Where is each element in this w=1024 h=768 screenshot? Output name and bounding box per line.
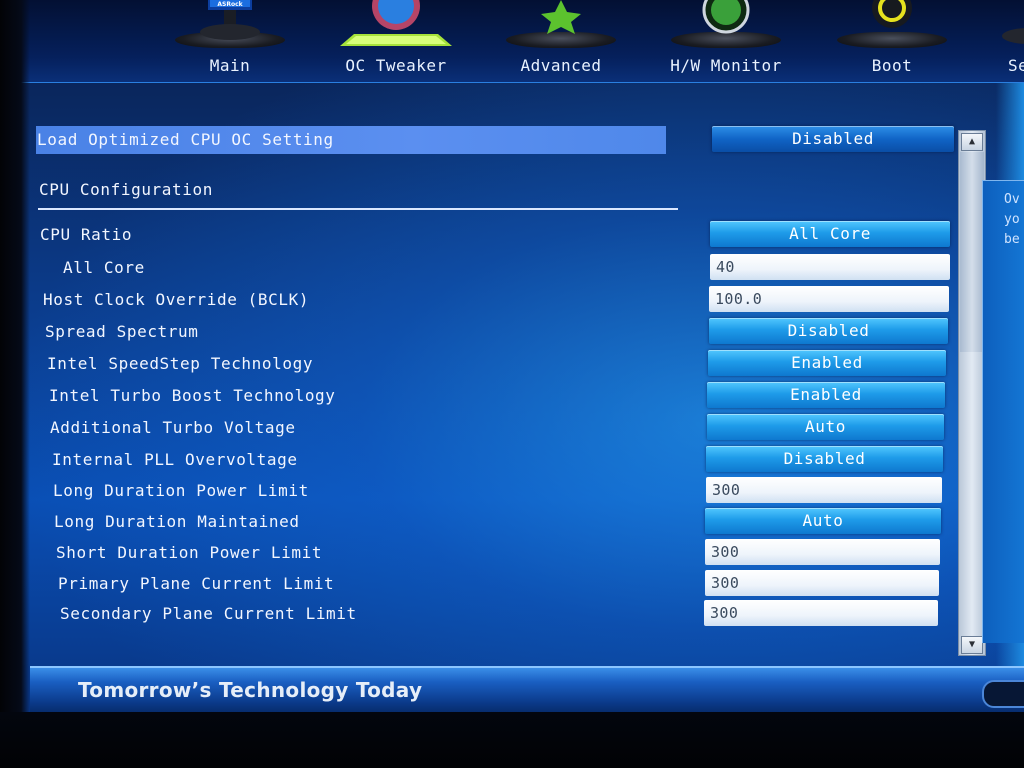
setting-label-turbo-boost[interactable]: Intel Turbo Boost Technology xyxy=(49,386,336,405)
monitor-icon: ASRock xyxy=(200,0,260,40)
power-icon xyxy=(872,0,912,28)
tab-hw-monitor[interactable]: H/W Monitor xyxy=(666,0,786,82)
tab-advanced[interactable]: Advanced xyxy=(501,0,621,82)
scroll-down-button[interactable]: ▼ xyxy=(961,636,983,654)
tab-main[interactable]: ASRock Main xyxy=(170,0,290,82)
pll-overvoltage-select[interactable]: Disabled xyxy=(706,446,943,472)
brand-logo: ASRock xyxy=(217,1,243,8)
section-title: CPU Configuration xyxy=(39,180,213,199)
spread-spectrum-select[interactable]: Disabled xyxy=(709,318,948,344)
help-panel xyxy=(982,180,1024,643)
turbo-voltage-select[interactable]: Auto xyxy=(707,414,944,440)
section-divider xyxy=(38,208,678,210)
scrollbar-thumb[interactable] xyxy=(960,152,984,352)
footer-pill-button[interactable] xyxy=(982,680,1024,708)
setting-label-cpu-ratio[interactable]: CPU Ratio xyxy=(40,225,132,244)
setting-label-long-duration-maintained[interactable]: Long Duration Maintained xyxy=(54,512,300,531)
setting-label-long-duration-power[interactable]: Long Duration Power Limit xyxy=(53,481,309,500)
short-duration-power-input[interactable]: 300 xyxy=(705,539,940,565)
arrow-down-icon: ▼ xyxy=(968,639,976,650)
setting-label-turbo-voltage[interactable]: Additional Turbo Voltage xyxy=(50,418,296,437)
top-navigation: ASRock Main OC Tweaker Advanced H/W Moni… xyxy=(0,0,1024,83)
long-duration-maintained-select[interactable]: Auto xyxy=(705,508,941,534)
setting-label-speedstep[interactable]: Intel SpeedStep Technology xyxy=(47,354,313,373)
load-optimized-value[interactable]: Disabled xyxy=(712,126,954,152)
load-optimized-label[interactable]: Load Optimized CPU OC Setting xyxy=(37,130,334,149)
bclk-input[interactable]: 100.0 xyxy=(709,286,949,312)
bios-screen: ASRock Main OC Tweaker Advanced H/W Moni… xyxy=(0,0,1024,768)
arrow-up-icon: ▲ xyxy=(968,136,976,147)
tab-security[interactable]: Se xyxy=(996,0,1024,82)
setting-label-spread-spectrum[interactable]: Spread Spectrum xyxy=(45,322,199,341)
speedstep-select[interactable]: Enabled xyxy=(708,350,946,376)
monitor-bezel-left xyxy=(0,0,30,768)
setting-label-pll-overvoltage[interactable]: Internal PLL Overvoltage xyxy=(52,450,298,469)
scroll-up-button[interactable]: ▲ xyxy=(961,133,983,151)
star-icon xyxy=(541,0,581,34)
radar-icon xyxy=(702,0,750,34)
gauge-icon xyxy=(340,0,452,46)
tab-label: Advanced xyxy=(520,56,602,75)
secondary-plane-current-input[interactable]: 300 xyxy=(704,600,938,626)
tab-label: OC Tweaker xyxy=(345,56,447,75)
help-text-line: yo xyxy=(1004,212,1020,227)
tab-boot[interactable]: Boot xyxy=(832,0,952,82)
help-text-line: be xyxy=(1004,232,1020,247)
help-text-line: Ov xyxy=(1004,192,1020,207)
primary-plane-current-input[interactable]: 300 xyxy=(705,570,939,596)
tab-label: Main xyxy=(209,56,251,75)
setting-label-primary-plane-current[interactable]: Primary Plane Current Limit xyxy=(58,574,334,593)
tab-label: Se xyxy=(1008,56,1024,75)
tab-label: Boot xyxy=(871,56,913,75)
setting-label-secondary-plane-current[interactable]: Secondary Plane Current Limit xyxy=(60,604,357,623)
cpu-ratio-select[interactable]: All Core xyxy=(710,221,950,247)
turbo-boost-select[interactable]: Enabled xyxy=(707,382,945,408)
tab-oc-tweaker[interactable]: OC Tweaker xyxy=(336,0,456,82)
setting-label-bclk[interactable]: Host Clock Override (BCLK) xyxy=(43,290,309,309)
lock-icon xyxy=(1002,28,1024,44)
setting-label-short-duration-power[interactable]: Short Duration Power Limit xyxy=(56,543,322,562)
all-core-input[interactable]: 40 xyxy=(710,254,950,280)
footer-slogan: Tomorrow’s Technology Today xyxy=(78,678,423,702)
setting-label-all-core[interactable]: All Core xyxy=(63,258,145,277)
tab-label: H/W Monitor xyxy=(670,56,782,75)
monitor-bezel-bottom xyxy=(0,712,1024,768)
long-duration-power-input[interactable]: 300 xyxy=(706,477,942,503)
